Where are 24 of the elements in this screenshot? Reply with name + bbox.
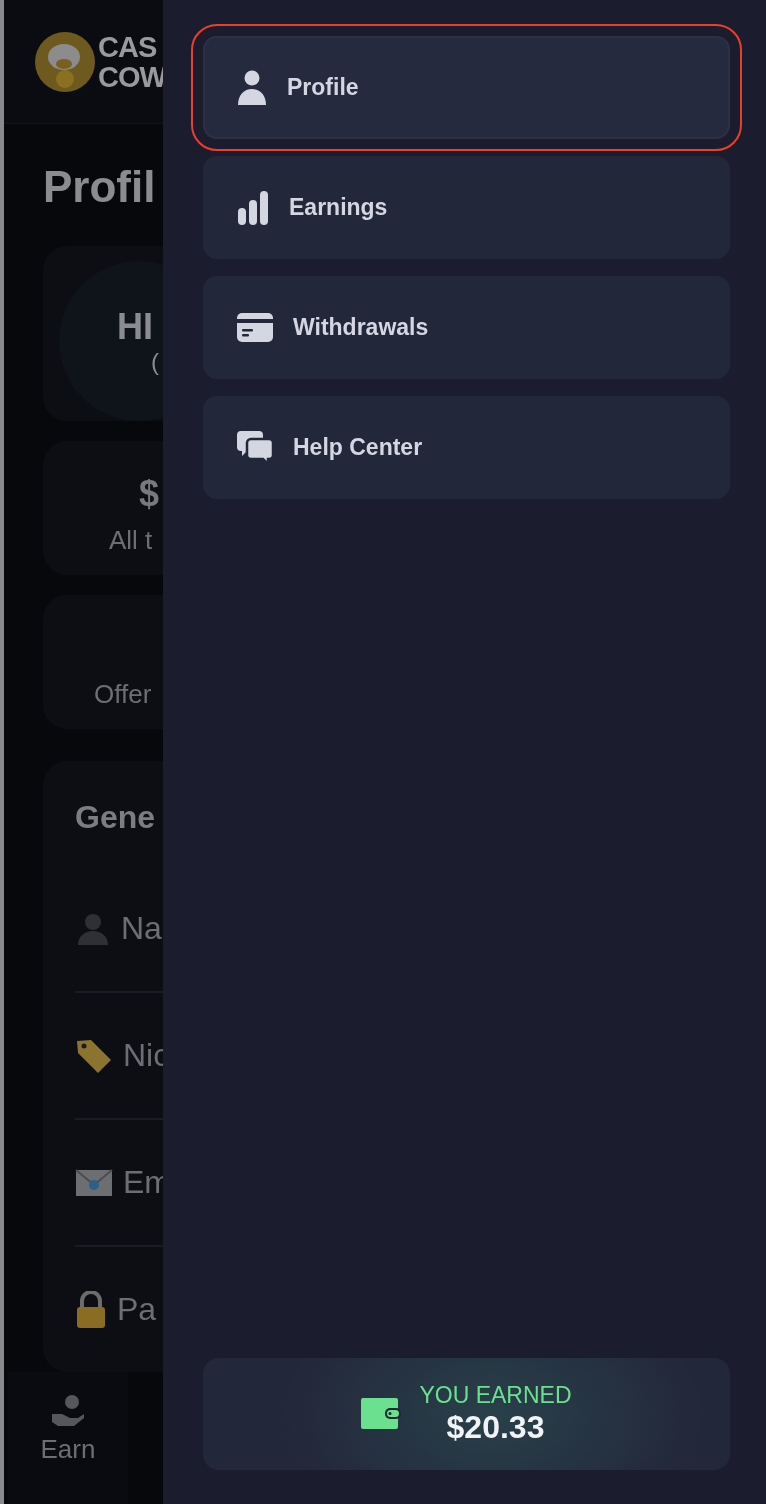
- greeting-text: HI: [117, 306, 153, 348]
- envelope-icon: [75, 1167, 113, 1198]
- logo-text: CAS: [98, 31, 157, 62]
- offers-label: Offer: [94, 678, 153, 710]
- section-heading: Gene: [75, 799, 157, 836]
- field-label: Na: [121, 910, 162, 947]
- page-title: Profil: [43, 162, 156, 212]
- stat-label: All t: [109, 525, 154, 556]
- lock-icon: [75, 1290, 107, 1329]
- bar-chart-icon: [237, 190, 269, 225]
- earned-label: YOU EARNED: [419, 1382, 572, 1409]
- profile-subtext: (: [151, 348, 159, 376]
- menu-item[interactable]: Withdrawals: [203, 276, 730, 379]
- nav-tab[interactable]: Earn: [8, 1372, 128, 1504]
- stat-value: $: [139, 473, 161, 515]
- menu-item[interactable]: Earnings: [203, 156, 730, 259]
- card-icon: [237, 312, 273, 343]
- person-icon: [237, 69, 267, 106]
- field-label: Pa: [117, 1291, 157, 1328]
- wallet-icon: [361, 1398, 402, 1430]
- earned-amount: $20.33: [446, 1409, 545, 1446]
- hand-coin-icon: [50, 1394, 86, 1428]
- menu-item[interactable]: Help Center: [203, 396, 730, 499]
- logo-text: COW: [98, 61, 166, 92]
